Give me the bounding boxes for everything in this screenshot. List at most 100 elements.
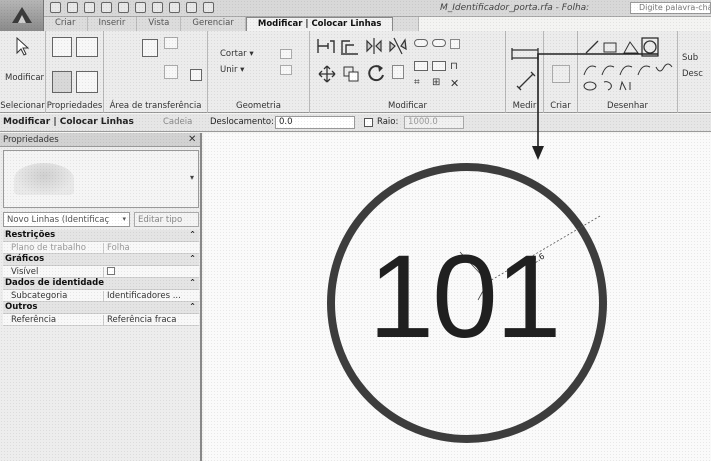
panel-label-area-transferencia[interactable]: Área de transferência: [104, 101, 207, 111]
family-category-icon[interactable]: [76, 71, 98, 93]
arc-start-end-icon: [583, 65, 597, 76]
collapse-icon[interactable]: ⌃: [189, 302, 196, 311]
collapse-icon[interactable]: ⌃: [189, 278, 196, 287]
copy-tool-icon[interactable]: [414, 39, 428, 47]
cortar-label: Cortar: [220, 49, 247, 59]
mirror-pick-axis-icon[interactable]: [364, 37, 384, 55]
geometry-tool-icon[interactable]: [280, 49, 292, 59]
visible-checkbox[interactable]: [103, 267, 115, 278]
panel-label-selecionar[interactable]: Selecionar: [0, 101, 45, 111]
subcategoria-value[interactable]: Identificadores ...: [103, 291, 181, 302]
cadeia-option[interactable]: Cadeia: [163, 117, 192, 127]
ribbon: Modificar Selecionar Propriedades Área d…: [0, 31, 711, 113]
unir-button[interactable]: Unir ▾: [220, 65, 244, 75]
mirror-draw-axis-icon[interactable]: [388, 37, 408, 55]
save-icon[interactable]: [67, 2, 78, 13]
tab-criar[interactable]: Criar: [44, 17, 88, 31]
measure-distance-icon[interactable]: [510, 47, 540, 61]
properties-icon[interactable]: [52, 71, 72, 93]
draw-tools-row-3: [583, 80, 631, 91]
array-icon[interactable]: [432, 61, 446, 71]
chevron-down-icon[interactable]: ▾: [190, 173, 194, 182]
cursor-arrow-icon[interactable]: [14, 37, 30, 57]
aligned-dimension-icon[interactable]: [516, 71, 536, 91]
group-dados-identidade[interactable]: Dados de identidade ⌃: [3, 278, 199, 290]
panel-label-criar[interactable]: Criar: [544, 101, 577, 111]
collapse-icon[interactable]: ⌃: [189, 254, 196, 263]
trim-extend-icon[interactable]: [392, 65, 404, 79]
delete-icon[interactable]: ✕: [450, 77, 459, 90]
unpin-icon[interactable]: ⌗: [414, 77, 420, 88]
tab-modificar-colocar-linhas[interactable]: Modificar | Colocar Linhas: [245, 17, 394, 31]
pin-icon[interactable]: ⊓: [450, 61, 458, 72]
copy-icon[interactable]: [164, 37, 178, 49]
title-bar: M_Identificador_porta.rfa - Folha: Digit…: [0, 0, 711, 17]
unir-label: Unir: [220, 65, 238, 75]
geometry-tool-2-icon[interactable]: [280, 65, 292, 75]
tab-gerenciar[interactable]: Gerenciar: [181, 17, 246, 31]
modificar-button-label[interactable]: Modificar: [5, 73, 44, 83]
referencia-value[interactable]: Referência fraca: [103, 315, 176, 326]
panel-desenhar: Desenhar: [578, 31, 678, 113]
group-outros[interactable]: Outros ⌃: [3, 302, 199, 314]
offset-icon[interactable]: [340, 37, 360, 55]
application-menu-button[interactable]: [0, 0, 44, 31]
arc-center-icon: [601, 65, 615, 76]
array-tool-icon[interactable]: [432, 39, 446, 47]
type-properties-icon[interactable]: [52, 37, 72, 57]
panel-geometria: Cortar ▾ Unir ▾ Geometria: [208, 31, 310, 113]
instance-filter-select[interactable]: Novo Linhas (Identificaç ▾: [3, 212, 130, 227]
panel-label-modificar[interactable]: Modificar: [310, 101, 505, 111]
sub-label[interactable]: Sub: [682, 53, 698, 63]
options-bar: Modificar | Colocar Linhas Cadeia Desloc…: [0, 114, 711, 132]
raio-checkbox[interactable]: [364, 118, 373, 127]
collapse-icon[interactable]: ⌃: [189, 230, 196, 239]
paste-icon[interactable]: [142, 39, 158, 57]
redo-icon[interactable]: [101, 2, 112, 13]
ribbon-tabs: Criar Inserir Vista Gerenciar Modificar …: [44, 17, 420, 31]
deslocamento-input[interactable]: 0.0: [275, 116, 355, 129]
print-icon[interactable]: [118, 2, 129, 13]
group-label: Outros: [5, 302, 38, 312]
group-label: Gráficos: [5, 254, 45, 264]
group-graficos[interactable]: Gráficos ⌃: [3, 254, 199, 266]
cut-icon[interactable]: [164, 65, 178, 79]
open-icon[interactable]: [50, 2, 61, 13]
panel-label-propriedades[interactable]: Propriedades: [46, 101, 103, 111]
3d-view-icon[interactable]: [169, 2, 180, 13]
group-restricoes[interactable]: Restrições ⌃: [3, 230, 199, 242]
copy-move-icon[interactable]: [342, 65, 360, 83]
undo-icon[interactable]: [84, 2, 95, 13]
family-types-icon[interactable]: [76, 37, 98, 57]
scale-tool-icon[interactable]: [450, 39, 460, 49]
raio-label: Raio:: [377, 117, 399, 127]
split-icon[interactable]: [414, 61, 428, 71]
text-icon[interactable]: [152, 2, 163, 13]
panel-label-geometria[interactable]: Geometria: [208, 101, 309, 111]
switch-windows-icon[interactable]: [203, 2, 214, 13]
edit-type-button[interactable]: Editar tipo: [134, 212, 199, 227]
move-icon[interactable]: [318, 65, 336, 83]
tab-extra[interactable]: [393, 17, 420, 31]
desc-label[interactable]: Desc: [682, 69, 703, 79]
panel-label-desenhar[interactable]: Desenhar: [578, 101, 677, 111]
measure-icon[interactable]: [135, 2, 146, 13]
raio-input[interactable]: 1000.0: [404, 116, 464, 129]
property-key: Plano de trabalho: [11, 243, 86, 253]
close-icon[interactable]: ✕: [188, 134, 196, 145]
match-type-icon[interactable]: [190, 69, 202, 81]
tab-inserir[interactable]: Inserir: [87, 17, 138, 31]
split-gap-icon[interactable]: ⊞: [432, 77, 440, 88]
search-input[interactable]: Digite palavra-cha: [630, 2, 711, 14]
section-icon[interactable]: [186, 2, 197, 13]
cortar-button[interactable]: Cortar ▾: [220, 49, 254, 59]
create-component-icon[interactable]: [552, 65, 570, 83]
property-row: Referência Referência fraca: [3, 314, 199, 326]
rotate-icon[interactable]: [366, 63, 386, 83]
tag-number-text[interactable]: 101: [348, 238, 580, 356]
align-icon[interactable]: [316, 37, 336, 55]
tab-vista[interactable]: Vista: [137, 17, 182, 31]
panel-label-medir[interactable]: Medir: [506, 101, 543, 111]
type-selector[interactable]: ▾: [3, 150, 199, 208]
partial-ellipse-icon: [603, 81, 612, 91]
